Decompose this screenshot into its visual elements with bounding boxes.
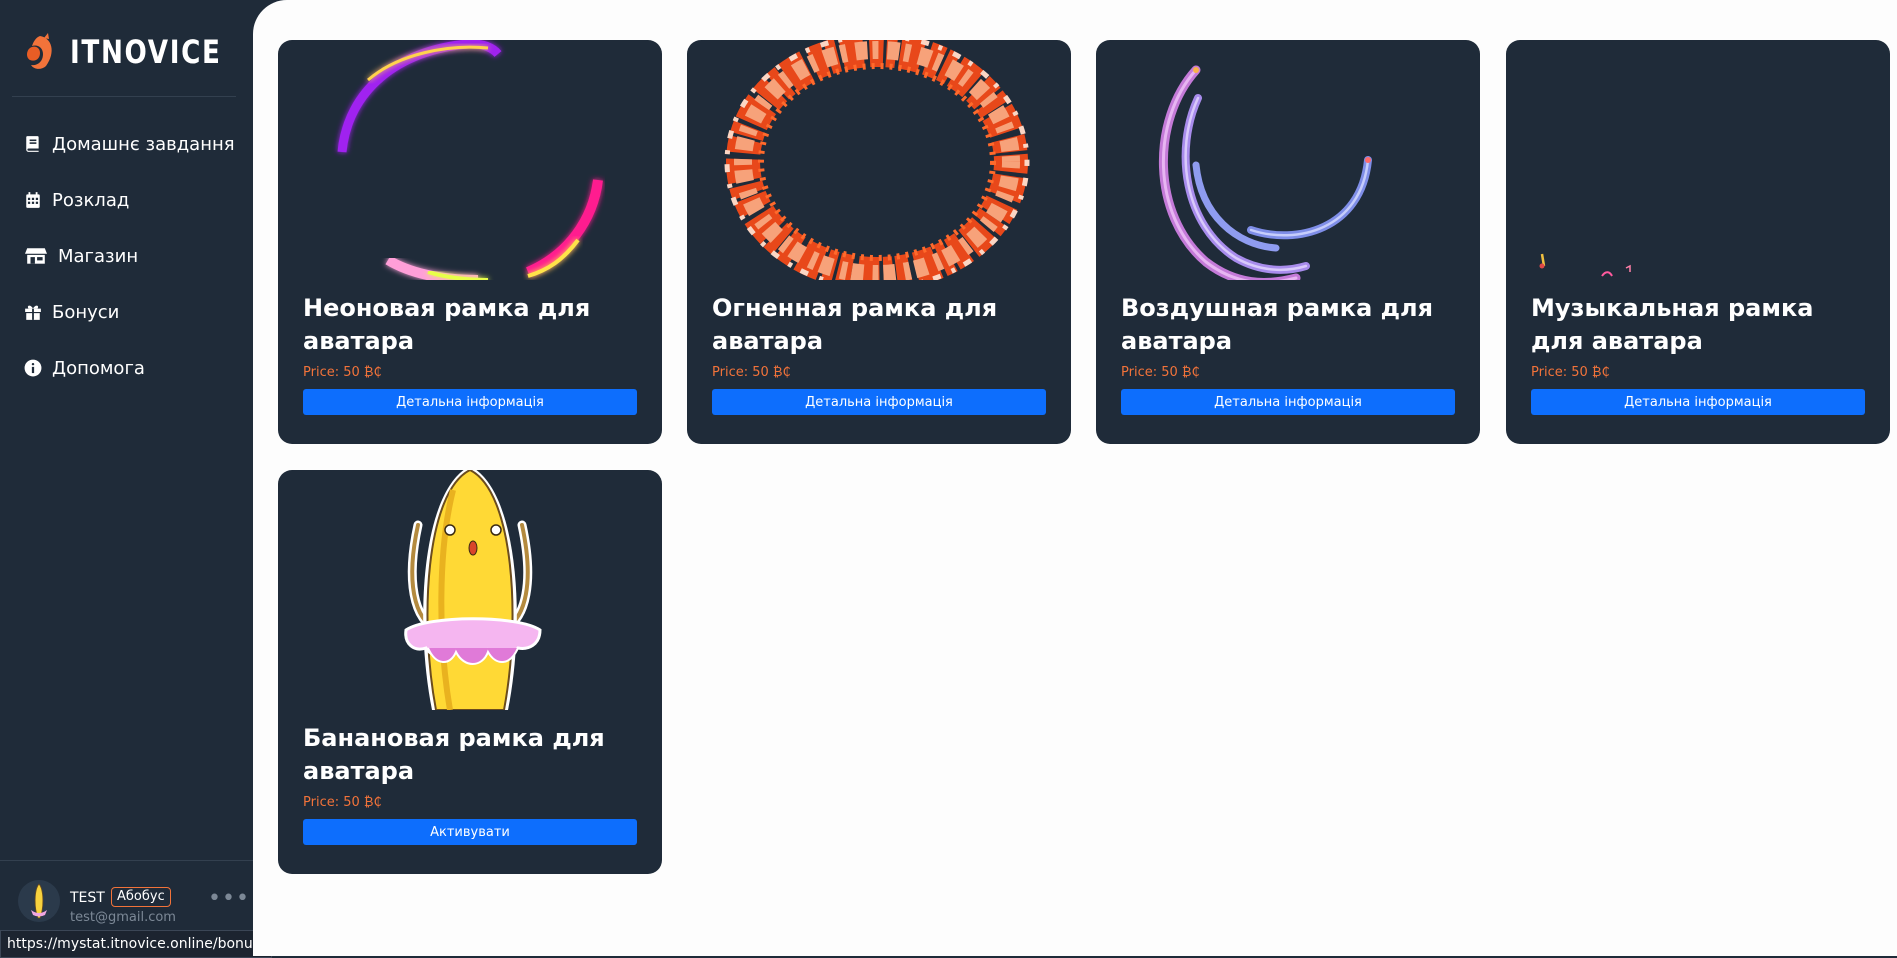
product-price: Price: 50 ₿₵	[303, 795, 382, 810]
details-button[interactable]: Детальна інформація	[1121, 389, 1455, 415]
product-card: Банановая рамка для аватара Price: 50 ₿₵…	[278, 470, 662, 874]
sidebar-item-label: Допомога	[52, 357, 145, 379]
product-title: Неоновая рамка для аватара	[303, 294, 591, 355]
sidebar-item-bonuses[interactable]: Бонуси	[0, 284, 253, 340]
details-button[interactable]: Детальна інформація	[303, 389, 637, 415]
sidebar-bottom-divider	[0, 860, 253, 861]
product-title: Огненная рамка для аватара	[712, 294, 998, 355]
sidebar-item-label: Домашнє завдання	[52, 133, 235, 155]
main-content: Неоновая рамка для аватара Price: 50 ₿₵ …	[253, 0, 1897, 956]
user-profile[interactable]: TEST Абобус test@gmail.com •••	[18, 876, 249, 926]
sidebar-nav: Домашнє завдання Розклад Магазин Бонуси …	[0, 116, 253, 396]
sidebar-item-label: Розклад	[52, 189, 130, 211]
brand-divider	[12, 96, 236, 97]
product-price: Price: 50 ₿₵	[712, 365, 791, 380]
sidebar-item-help[interactable]: Допомога	[0, 340, 253, 396]
book-icon	[24, 135, 42, 153]
gift-icon	[24, 303, 42, 321]
user-name: TEST	[70, 890, 105, 906]
neon-frame-image	[278, 40, 662, 280]
user-group-badge: Абобус	[111, 887, 171, 907]
activate-button[interactable]: Активувати	[303, 819, 637, 845]
user-email: test@gmail.com	[70, 910, 176, 925]
product-card: Огненная рамка для аватара Price: 50 ₿₵ …	[687, 40, 1071, 444]
sidebar-item-schedule[interactable]: Розклад	[0, 172, 253, 228]
music-frame-image	[1506, 40, 1890, 280]
calendar-icon	[24, 191, 42, 209]
shop-icon	[24, 247, 48, 265]
product-card: Воздушная рамка для аватара Price: 50 ₿₵…	[1096, 40, 1480, 444]
banana-frame-image	[278, 470, 662, 710]
brand-name: ITNOVICE	[70, 33, 222, 71]
avatar[interactable]	[18, 880, 60, 922]
product-title: Банановая рамка для аватара	[303, 724, 605, 785]
product-card: Музыкальная рамка для аватара Price: 50 …	[1506, 40, 1890, 444]
product-card: Неоновая рамка для аватара Price: 50 ₿₵ …	[278, 40, 662, 444]
product-title: Воздушная рамка для аватара	[1121, 294, 1433, 355]
product-price: Price: 50 ₿₵	[1531, 365, 1610, 380]
brand[interactable]: ITNOVICE	[22, 30, 255, 74]
info-icon	[24, 359, 42, 377]
sidebar-item-label: Магазин	[58, 245, 139, 267]
details-button[interactable]: Детальна інформація	[712, 389, 1046, 415]
product-price: Price: 50 ₿₵	[303, 365, 382, 380]
details-button[interactable]: Детальна інформація	[1531, 389, 1865, 415]
more-options-icon[interactable]: •••	[208, 886, 250, 911]
brand-logo-icon	[22, 32, 58, 72]
sidebar-item-shop[interactable]: Магазин	[0, 228, 253, 284]
fire-frame-image	[687, 40, 1071, 280]
product-price: Price: 50 ₿₵	[1121, 365, 1200, 380]
air-frame-image	[1096, 40, 1480, 280]
sidebar: ITNOVICE Домашнє завдання Розклад Магази…	[0, 0, 253, 956]
product-title: Музыкальная рамка для аватара	[1531, 294, 1814, 355]
status-bar-url: https://mystat.itnovice.online/bonus/	[0, 930, 272, 958]
sidebar-item-label: Бонуси	[52, 301, 120, 323]
sidebar-item-homework[interactable]: Домашнє завдання	[0, 116, 253, 172]
